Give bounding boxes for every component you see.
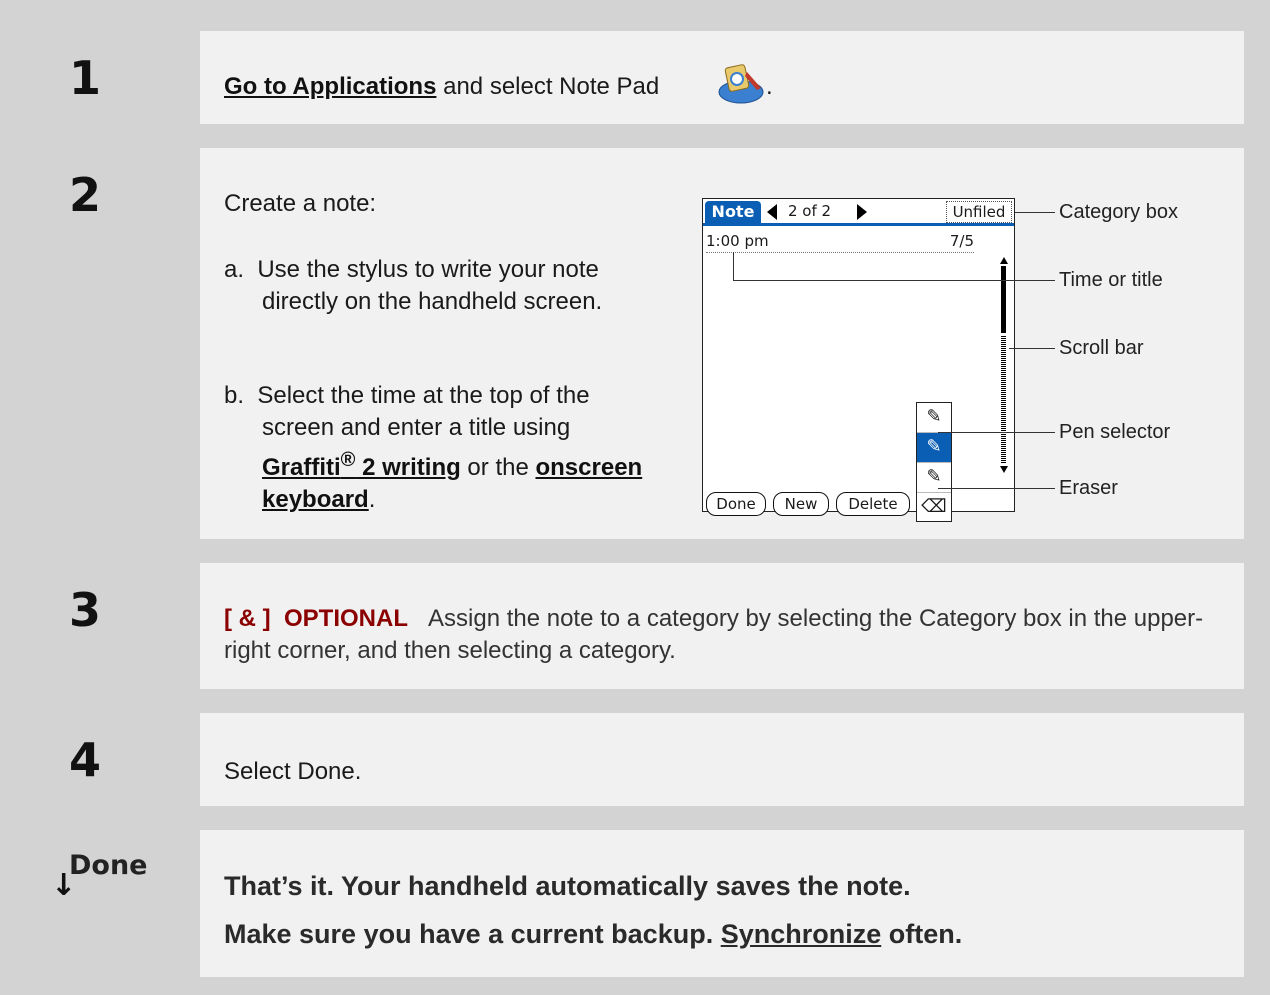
pen-callout-line: [938, 432, 1055, 433]
step-1-body: and select Note Pad: [436, 73, 660, 100]
step-1-tail: .: [766, 73, 773, 100]
done-line-1: That’s it. Your handheld automatically s…: [224, 871, 911, 901]
synchronize-link[interactable]: Synchronize: [721, 919, 882, 949]
done-button[interactable]: Done: [706, 492, 766, 516]
registered-mark: ®: [340, 449, 356, 471]
handheld-screen: Note 2 of 2 Unfiled 1:00 pm 7/5 ✎ ✎ ✎ ⌫ …: [702, 198, 1015, 522]
done-label: Done: [69, 850, 148, 881]
step-number: 1: [37, 31, 200, 124]
scroll-up-icon[interactable]: [1000, 257, 1008, 264]
step-number: 3: [37, 563, 200, 689]
step-1: 1 Go to Applications and select Note Pad…: [37, 31, 1244, 124]
delete-button[interactable]: Delete: [836, 492, 910, 516]
scroll-callout-line: [1009, 348, 1055, 349]
step-number: 2: [37, 148, 200, 539]
time-callout: Time or title: [1059, 269, 1163, 291]
step-body: Go to Applications and select Note Pad .: [200, 31, 1244, 124]
step-3-text: [ & ] OPTIONAL Assign the note to a cate…: [224, 603, 1214, 667]
item-b-mid: or the: [460, 454, 536, 481]
pen-selector[interactable]: ✎ ✎ ✎ ⌫: [916, 402, 952, 522]
done-marker: ↓ Done: [37, 830, 200, 977]
medium-pen-icon[interactable]: ✎: [917, 433, 951, 463]
step-4-text: Select Done.: [224, 758, 362, 785]
category-box[interactable]: Unfiled: [946, 201, 1012, 223]
step-4: 4 Select Done.: [37, 713, 1244, 806]
item-a-text: a. Use the stylus to write your note dir…: [224, 256, 603, 315]
scroll-callout: Scroll bar: [1059, 337, 1144, 359]
title-underline: [703, 223, 1014, 226]
graffiti-link[interactable]: Graffiti® 2 writing: [262, 449, 461, 481]
scroll-bar[interactable]: [999, 257, 1009, 473]
step-number-text: 1: [69, 51, 102, 105]
date-field: 7/5: [949, 232, 974, 250]
step-2-item-a: a. Use the stylus to write your note dir…: [224, 254, 644, 318]
time-title-line: 1:00 pm 7/5: [706, 232, 974, 253]
done-body: That’s it. Your handheld automatically s…: [200, 830, 1244, 977]
step-1-text: Go to Applications and select Note Pad: [224, 73, 659, 101]
step-body: Select Done.: [200, 713, 1244, 806]
step-number-text: 2: [69, 168, 102, 222]
scroll-thumb[interactable]: [1001, 266, 1006, 333]
step-3: 3 [ & ] OPTIONAL Assign the note to a ca…: [37, 563, 1244, 689]
done-section: ↓ Done That’s it. Your handheld automati…: [37, 830, 1244, 977]
step-body: [ & ] OPTIONAL Assign the note to a cate…: [200, 563, 1244, 689]
eraser-icon[interactable]: ⌫: [917, 493, 951, 522]
item-b-prefix: b. Select the time at the top of the scr…: [224, 382, 590, 441]
graffiti-link-text: Graffiti: [262, 454, 341, 481]
note-tab: Note: [705, 201, 761, 223]
step-number-text: 4: [69, 733, 102, 787]
step-number: 4: [37, 713, 200, 806]
done-line-2-prefix: Make sure you have a current backup.: [224, 919, 721, 949]
time-callout-line: [733, 280, 1055, 281]
step-body: Create a note: a. Use the stylus to writ…: [200, 148, 1244, 539]
note-pad-icon: [718, 64, 764, 104]
next-arrow-icon[interactable]: [857, 204, 867, 220]
step-2-intro: Create a note:: [224, 190, 377, 217]
scroll-track[interactable]: [1001, 335, 1006, 463]
eraser-callout-line: [938, 488, 1055, 489]
new-button[interactable]: New: [773, 492, 829, 516]
previous-arrow-icon[interactable]: [767, 204, 777, 220]
pen-callout: Pen selector: [1059, 421, 1171, 443]
page-indicator: 2 of 2: [788, 202, 832, 220]
step-number-text: 3: [69, 583, 102, 637]
item-b-end: .: [368, 486, 376, 513]
thin-pen-icon[interactable]: ✎: [917, 403, 951, 433]
scroll-down-icon[interactable]: [1000, 466, 1008, 473]
category-callout: Category box: [1059, 201, 1178, 223]
optional-tag: [ & ] OPTIONAL: [224, 605, 408, 632]
item-b-text: b. Select the time at the top of the scr…: [224, 380, 654, 516]
time-field[interactable]: 1:00 pm: [706, 232, 769, 250]
category-callout-line: [1015, 212, 1055, 213]
handheld-title-bar: Note 2 of 2 Unfiled: [703, 199, 1014, 226]
step-2-item-b: b. Select the time at the top of the scr…: [224, 380, 654, 516]
step-2: 2 Create a note: a. Use the stylus to wr…: [37, 148, 1244, 539]
graffiti-link-text-2: 2 writing: [355, 454, 461, 481]
done-line-2-suffix: often.: [881, 919, 963, 949]
done-line-2: Make sure you have a current backup. Syn…: [224, 919, 962, 950]
go-to-applications-link[interactable]: Go to Applications: [224, 73, 436, 100]
eraser-callout: Eraser: [1059, 477, 1118, 499]
time-callout-riser: [733, 252, 734, 280]
